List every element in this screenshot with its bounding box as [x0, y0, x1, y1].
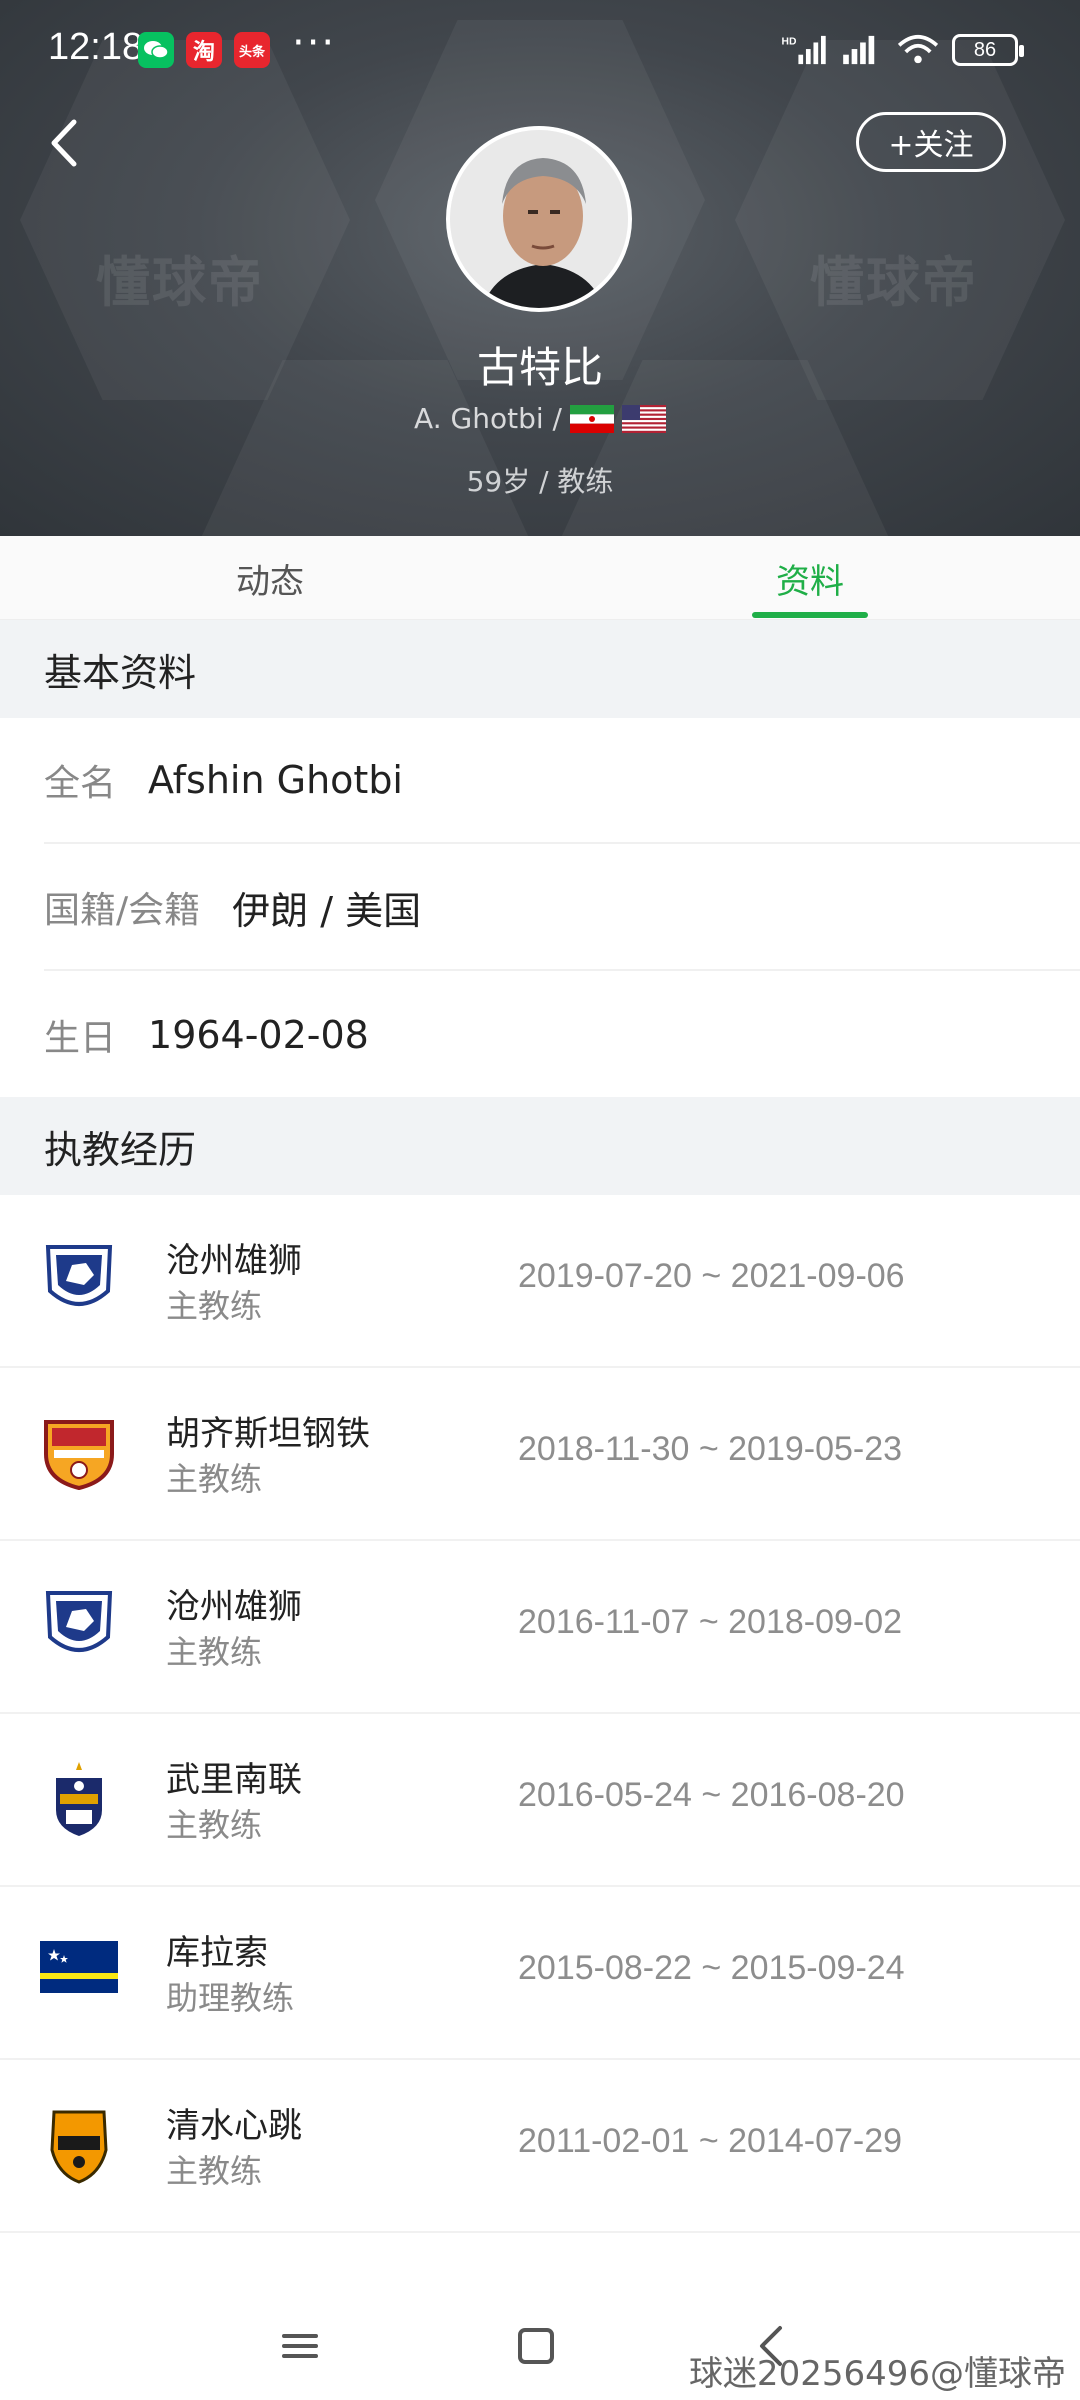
watermark: 懂球帝: [810, 251, 978, 314]
home-nav-button[interactable]: [504, 2314, 568, 2378]
career-row[interactable]: 胡齐斯坦钢铁 主教练 2018-11-30 ~ 2019-05-23: [0, 1368, 1080, 1541]
signal-hd-label: HD: [781, 36, 796, 47]
status-bar: 12:18 淘 头条 ··· HD 86: [0, 0, 1080, 100]
career-row[interactable]: 沧州雄狮 主教练 2016-11-07 ~ 2018-09-02: [0, 1541, 1080, 1714]
career-dates: 2019-07-20 ~ 2021-09-06: [518, 1257, 905, 1295]
s-pulse-logo-icon: [50, 2110, 108, 2184]
tab-feed[interactable]: 动态: [0, 536, 540, 620]
club-role: 主教练: [166, 1633, 263, 1671]
chevron-left-icon: [51, 119, 77, 167]
info-value: 1964-02-08: [148, 1013, 369, 1057]
toutiao-icon: 头条: [234, 32, 270, 68]
career-row[interactable]: 武里南联 主教练 2016-05-24 ~ 2016-08-20: [0, 1714, 1080, 1887]
watermark: 懂球帝: [96, 251, 264, 314]
club-name: 胡齐斯坦钢铁: [166, 1414, 370, 1454]
cangzhou-logo-icon: [45, 1591, 113, 1652]
foolad-logo-icon: [44, 1420, 114, 1491]
info-row-fullname: 全名 Afshin Ghotbi: [44, 718, 1080, 844]
coach-name: 古特比: [476, 343, 603, 392]
info-value: 伊朗 / 美国: [232, 888, 422, 933]
more-notifications-icon: ···: [292, 20, 337, 66]
avatar[interactable]: [446, 126, 632, 312]
club-role: 主教练: [166, 2152, 263, 2190]
club-role: 助理教练: [166, 1979, 295, 2017]
buriram-logo-icon: [56, 1762, 102, 1836]
curacao-flag-icon: [40, 1941, 118, 1993]
info-label: 国籍/会籍: [44, 890, 201, 931]
tab-profile[interactable]: 资料: [540, 536, 1080, 620]
career-dates: 2016-05-24 ~ 2016-08-20: [518, 1776, 905, 1814]
active-tab-indicator: [752, 612, 868, 618]
coach-age-role: 59岁 / 教练: [466, 465, 614, 498]
signal-icon: [843, 35, 875, 65]
info-label: 生日: [44, 1018, 117, 1059]
profile-tabs: 动态 资料: [0, 536, 1080, 620]
coach-latin-name: A. Ghotbi /: [414, 402, 562, 435]
career-dates: 2018-11-30 ~ 2019-05-23: [518, 1430, 903, 1468]
cangzhou-logo-icon: [45, 1245, 113, 1306]
career-row[interactable]: 沧州雄狮 主教练 2019-07-20 ~ 2021-09-06: [0, 1195, 1080, 1368]
club-role: 主教练: [166, 1806, 263, 1844]
career-row[interactable]: 清水心跳 主教练 2011-02-01 ~ 2014-07-29: [0, 2060, 1080, 2233]
career-row[interactable]: 库拉索 助理教练 2015-08-22 ~ 2015-09-24: [0, 1887, 1080, 2060]
club-name: 清水心跳: [166, 2106, 302, 2146]
basic-info-header: 基本资料: [0, 620, 1080, 718]
signal-icon: HD: [781, 35, 826, 65]
iran-flag-icon: [569, 404, 614, 433]
info-row-birthday: 生日 1964-02-08: [44, 972, 1080, 1098]
club-role: 主教练: [166, 1460, 263, 1498]
career-dates: 2016-11-07 ~ 2018-09-02: [518, 1603, 903, 1641]
taobao-icon: 淘: [186, 32, 222, 68]
wechat-icon: [138, 32, 174, 68]
status-time: 12:18: [48, 26, 144, 68]
usa-flag-icon: [621, 404, 666, 433]
menu-nav-button[interactable]: [268, 2314, 332, 2378]
coach-portrait-icon: [450, 130, 628, 308]
follow-button[interactable]: +关注: [856, 112, 1006, 172]
club-role: 主教练: [166, 1287, 263, 1325]
back-button[interactable]: [44, 116, 84, 170]
club-name: 武里南联: [166, 1760, 302, 1800]
club-name: 沧州雄狮: [166, 1587, 302, 1627]
wifi-icon: [897, 34, 939, 64]
coach-subline: A. Ghotbi /: [0, 402, 1080, 435]
info-row-nationality: 国籍/会籍 伊朗 / 美国: [44, 845, 1080, 971]
battery-indicator: 86: [952, 34, 1024, 66]
menu-icon: [282, 2334, 318, 2358]
info-label: 全名: [44, 763, 117, 804]
info-value: Afshin Ghotbi: [148, 758, 403, 802]
watermark-credit: 球迷20256496@懂球帝: [688, 2354, 1066, 2394]
career-header: 执教经历: [0, 1097, 1080, 1195]
career-dates: 2011-02-01 ~ 2014-07-29: [518, 2122, 903, 2160]
home-square-icon: [518, 2328, 554, 2364]
career-dates: 2015-08-22 ~ 2015-09-24: [518, 1949, 905, 1987]
club-name: 沧州雄狮: [166, 1241, 302, 1281]
club-name: 库拉索: [166, 1933, 268, 1973]
